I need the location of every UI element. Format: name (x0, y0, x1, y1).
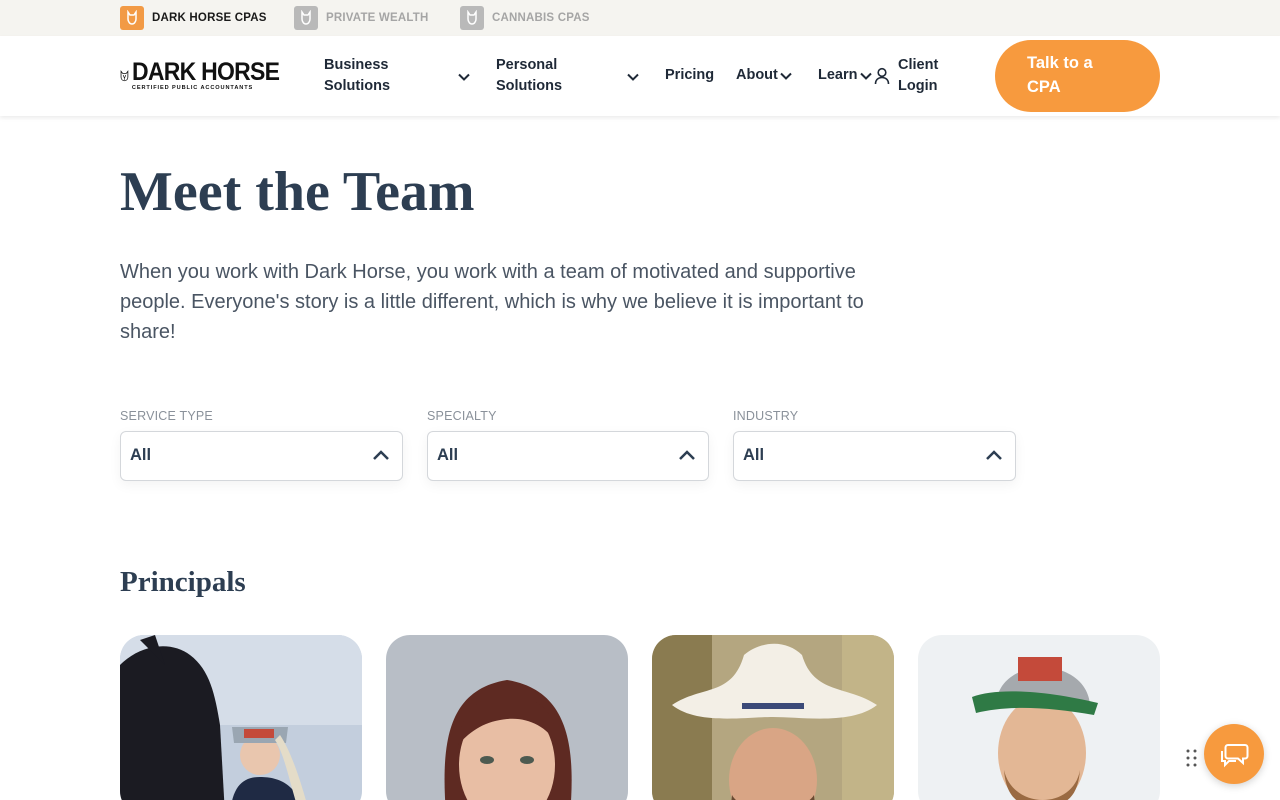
team-card[interactable] (918, 635, 1160, 800)
team-card[interactable] (120, 635, 362, 800)
horse-head-icon (120, 70, 129, 82)
brand-switcher-bar: DARK HORSE CPAS PRIVATE WEALTH CANNABIS … (0, 0, 1280, 36)
horse-head-icon (294, 6, 318, 30)
talk-to-cpa-button[interactable]: Talk to a CPA (995, 40, 1160, 112)
cta-label: CPA (1027, 78, 1061, 96)
chevron-down-icon[interactable] (626, 70, 640, 84)
service-type-select[interactable]: All (120, 431, 403, 481)
nav-learn[interactable]: Learn (818, 65, 858, 86)
team-card[interactable] (652, 635, 894, 800)
chevron-up-icon (986, 450, 1002, 460)
team-card[interactable] (386, 635, 628, 800)
team-member-photo (120, 635, 362, 800)
nav-client-login[interactable]: Client Login (898, 55, 938, 97)
nav-personal-solutions[interactable]: Personal Solutions (496, 55, 576, 97)
team-member-photo (918, 635, 1160, 800)
nav-label: Personal (496, 57, 558, 73)
nav-pricing[interactable]: Pricing (665, 65, 714, 86)
section-title-principals: Principals (120, 566, 246, 598)
horse-head-icon (120, 6, 144, 30)
logo-wordmark: DARK HORSE (131, 58, 280, 86)
filter-label-service-type: SERVICE TYPE (120, 409, 213, 423)
horse-head-icon (460, 6, 484, 30)
nav-about[interactable]: About (736, 65, 778, 86)
nav-label: Solutions (496, 78, 563, 94)
chevron-down-icon[interactable] (859, 69, 873, 83)
nav-business-solutions[interactable]: Business Solutions (324, 55, 404, 97)
chat-bubbles-icon (1221, 744, 1249, 768)
industry-select[interactable]: All (733, 431, 1016, 481)
drag-handle-icon[interactable] (1186, 748, 1198, 768)
select-value: All (437, 446, 459, 464)
brand-link-private-wealth[interactable]: PRIVATE WEALTH (294, 6, 428, 30)
page-title: Meet the Team (120, 161, 475, 223)
team-member-photo (652, 635, 894, 800)
user-icon[interactable] (874, 67, 890, 85)
specialty-select[interactable]: All (427, 431, 709, 481)
brand-label: CANNABIS CPAS (492, 12, 590, 24)
select-value: All (130, 446, 152, 464)
nav-label: Login (898, 78, 938, 94)
chevron-up-icon (373, 450, 389, 460)
nav-label: Solutions (324, 78, 391, 94)
cta-label: Talk to a (1027, 54, 1093, 72)
nav-label: Business (324, 57, 389, 73)
chat-launcher-button[interactable] (1204, 724, 1264, 784)
brand-link-dark-horse-cpas[interactable]: DARK HORSE CPAS (120, 6, 267, 30)
filter-label-industry: INDUSTRY (733, 409, 799, 423)
brand-label: DARK HORSE CPAS (152, 12, 267, 24)
brand-link-cannabis-cpas[interactable]: CANNABIS CPAS (460, 6, 590, 30)
page-intro: When you work with Dark Horse, you work … (120, 261, 864, 343)
chevron-down-icon[interactable] (457, 70, 471, 84)
nav-label: Client (898, 57, 939, 73)
brand-label: PRIVATE WEALTH (326, 12, 429, 24)
dark-horse-logo[interactable]: DARK HORSE CERTIFIED PUBLIC ACCOUNTANTS (120, 56, 292, 96)
chevron-down-icon[interactable] (779, 69, 793, 83)
chevron-up-icon (679, 450, 695, 460)
team-member-photo (386, 635, 628, 800)
select-value: All (743, 446, 765, 464)
filter-label-specialty: SPECIALTY (427, 409, 497, 423)
